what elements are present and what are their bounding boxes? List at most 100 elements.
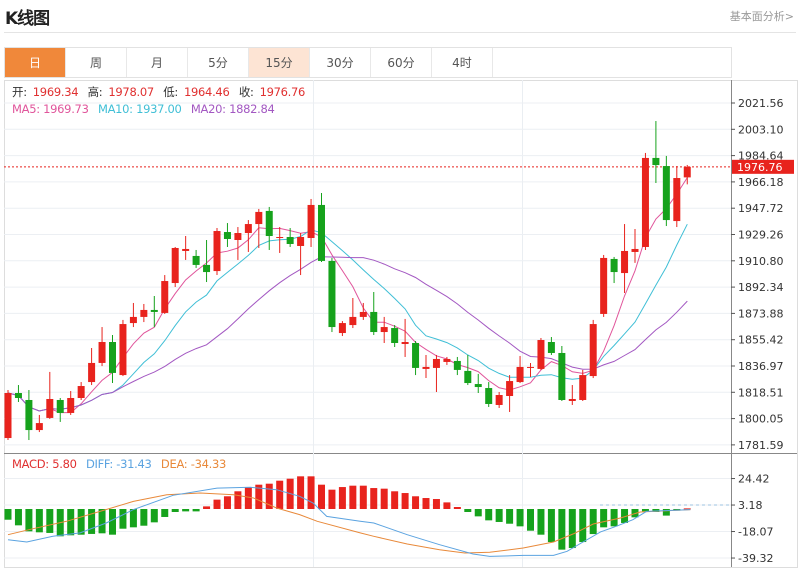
candle-up (244, 224, 252, 234)
macd-histogram-bar (150, 509, 158, 523)
macd-histogram-bar (422, 498, 430, 509)
macd-histogram-bar (610, 509, 618, 527)
price-tick-label: 1929.26 (738, 228, 784, 241)
candle-down (610, 258, 618, 273)
candle-up (88, 362, 96, 383)
price-tick-label: 1910.80 (738, 255, 784, 268)
macd-histogram-bar (495, 509, 503, 522)
high-label: 高: (87, 85, 103, 99)
macd-histogram-bar (412, 496, 420, 509)
candle-up (35, 423, 43, 431)
ma20-value: MA20: 1882.84 (190, 102, 275, 116)
macd-tick-label: 3.18 (738, 499, 763, 512)
macd-panel (4, 476, 731, 557)
open-value: 1969.34 (32, 85, 79, 99)
macd-histogram-bar (98, 509, 106, 534)
macd-histogram-bar (380, 488, 388, 509)
candle-up (349, 316, 357, 326)
candle-up (4, 393, 12, 439)
price-tick-label: 1892.34 (738, 281, 784, 294)
candle-up (161, 281, 169, 313)
macd-histogram-bar (589, 509, 597, 535)
ohlc-legend: 开: 1969.34 高: 1978.07 低: 1964.46 收: 1976.76 (12, 84, 311, 100)
macd-histogram-bar (129, 509, 137, 528)
candle-down (558, 352, 566, 400)
candle-down (370, 311, 378, 333)
candle-up (359, 311, 367, 317)
macd-histogram-bar (516, 509, 524, 527)
macd-histogram-bar (432, 499, 440, 509)
macd-histogram-bar (453, 507, 461, 509)
high-value: 1978.07 (108, 85, 154, 99)
macd-histogram-bar (328, 489, 336, 509)
candle-up (432, 358, 440, 368)
macd-histogram-bar (307, 476, 315, 509)
candle-up (673, 178, 681, 222)
candle-down (485, 388, 493, 404)
macd-histogram-bar (506, 509, 514, 524)
close-value: 1976.76 (259, 85, 306, 99)
current-price-label: 1976.76 (737, 161, 783, 174)
candle-up (506, 381, 514, 397)
candle-up (213, 231, 221, 272)
macd-histogram-bar (182, 509, 190, 512)
candle-up (140, 309, 148, 317)
macd-tick-label: -39.32 (738, 552, 773, 565)
candle-down (14, 393, 22, 398)
macd-histogram-bar (67, 509, 75, 536)
price-tick-label: 1966.18 (738, 176, 784, 189)
candle-up (568, 398, 576, 401)
candle-down (318, 204, 325, 261)
price-tick-label: 2021.56 (738, 97, 784, 110)
macd-histogram-bar (349, 485, 357, 509)
ma10-value: MA10: 1937.00 (97, 102, 182, 116)
price-tick-label: 1855.42 (738, 334, 784, 347)
macd-tick-label: 24.42 (738, 473, 770, 486)
macd-histogram-bar (140, 509, 148, 526)
price-tick-label: 1836.97 (738, 360, 784, 373)
candle-up (255, 211, 263, 225)
candle-up (600, 257, 608, 314)
macd-histogram-bar (443, 502, 451, 509)
macd-histogram-bar (370, 488, 378, 509)
macd-histogram-bar (46, 509, 54, 533)
candle-up (338, 323, 346, 334)
diff-value: DIFF: -31.43 (85, 457, 152, 471)
price-tick-label: 1947.72 (738, 202, 784, 215)
candle-up (579, 375, 587, 400)
candle-down (328, 260, 336, 328)
candle-up (67, 397, 75, 413)
candle-up (641, 157, 649, 247)
macd-histogram-bar (234, 491, 242, 509)
macd-histogram-bar (171, 509, 179, 512)
macd-histogram-bar (35, 509, 43, 533)
candle-down (265, 210, 273, 237)
candle-down (150, 309, 158, 312)
candle-up (182, 248, 190, 251)
candle-up (589, 324, 597, 377)
candle-down (474, 384, 482, 388)
close-label: 收: (238, 85, 254, 99)
ma-legend: MA5: 1969.73 MA10: 1937.00 MA20: 1882.84 (12, 102, 281, 116)
low-value: 1964.46 (184, 85, 230, 99)
candle-up (527, 366, 534, 368)
candle-up (537, 340, 545, 369)
candle-up (683, 166, 691, 178)
macd-histogram-bar (568, 509, 576, 549)
candle-up (422, 366, 430, 369)
macd-value: MACD: 5.80 (12, 457, 77, 471)
candle-down (203, 264, 211, 273)
macd-histogram-bar (338, 487, 346, 509)
macd-histogram-bar (318, 484, 325, 509)
candle-down (56, 399, 64, 413)
dea-value: DEA: -34.33 (160, 457, 227, 471)
candle-up (307, 204, 315, 239)
macd-histogram-bar (203, 506, 211, 509)
candle-up (516, 366, 524, 383)
candle-down (286, 237, 294, 244)
macd-histogram-bar (600, 509, 608, 528)
candle-down (192, 255, 200, 265)
macd-histogram-bar (558, 509, 566, 550)
macd-histogram-bar (474, 509, 482, 517)
low-label: 低: (163, 85, 178, 99)
